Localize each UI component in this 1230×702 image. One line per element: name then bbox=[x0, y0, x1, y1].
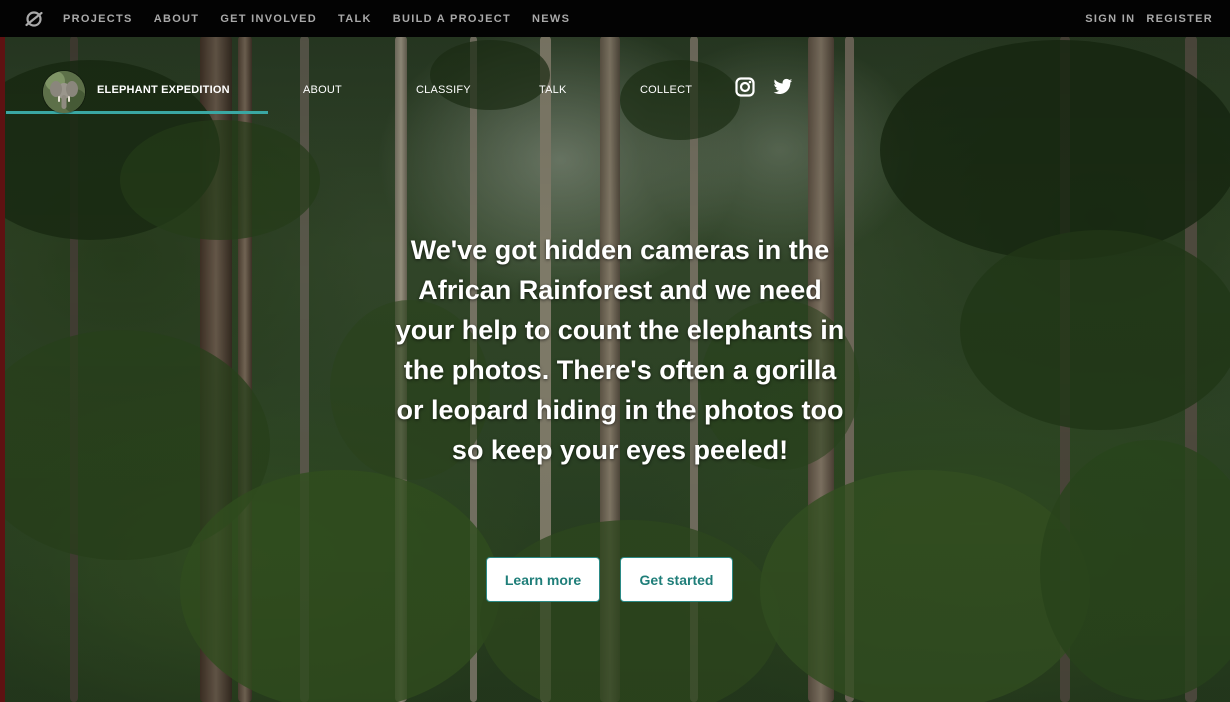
project-home-link[interactable]: ELEPHANT EXPEDITION bbox=[6, 67, 268, 114]
elephant-avatar-icon bbox=[43, 71, 85, 113]
nav-build-a-project[interactable]: BUILD A PROJECT bbox=[393, 13, 511, 25]
instagram-icon[interactable] bbox=[735, 77, 755, 97]
nav-get-involved[interactable]: GET INVOLVED bbox=[220, 13, 317, 25]
project-nav-collect[interactable]: COLLECT bbox=[640, 84, 692, 96]
project-title: ELEPHANT EXPEDITION bbox=[97, 84, 230, 96]
nav-news[interactable]: NEWS bbox=[532, 13, 570, 25]
nav-talk[interactable]: TALK bbox=[338, 13, 372, 25]
project-nav-about[interactable]: ABOUT bbox=[303, 84, 342, 96]
register-link[interactable]: REGISTER bbox=[1146, 13, 1213, 25]
project-avatar bbox=[43, 71, 85, 113]
project-nav-talk[interactable]: TALK bbox=[539, 84, 567, 96]
learn-more-button[interactable]: Learn more bbox=[486, 557, 600, 602]
twitter-icon[interactable] bbox=[773, 77, 793, 97]
zooniverse-top-bar: PROJECTS ABOUT GET INVOLVED TALK BUILD A… bbox=[0, 0, 1230, 37]
project-nav: ELEPHANT EXPEDITION ABOUT CLASSIFY TALK … bbox=[0, 37, 1230, 117]
account-links: SIGN IN REGISTER bbox=[1074, 0, 1213, 37]
nav-projects[interactable]: PROJECTS bbox=[63, 13, 133, 25]
zooniverse-logo-icon[interactable] bbox=[25, 10, 43, 28]
left-edge-strip bbox=[0, 36, 5, 702]
sign-in-link[interactable]: SIGN IN bbox=[1085, 13, 1135, 25]
zooniverse-main-nav: PROJECTS ABOUT GET INVOLVED TALK BUILD A… bbox=[63, 0, 591, 37]
nav-about[interactable]: ABOUT bbox=[154, 13, 200, 25]
get-started-button[interactable]: Get started bbox=[620, 557, 733, 602]
hero-description: We've got hidden cameras in the African … bbox=[395, 235, 845, 465]
project-nav-classify[interactable]: CLASSIFY bbox=[416, 84, 471, 96]
